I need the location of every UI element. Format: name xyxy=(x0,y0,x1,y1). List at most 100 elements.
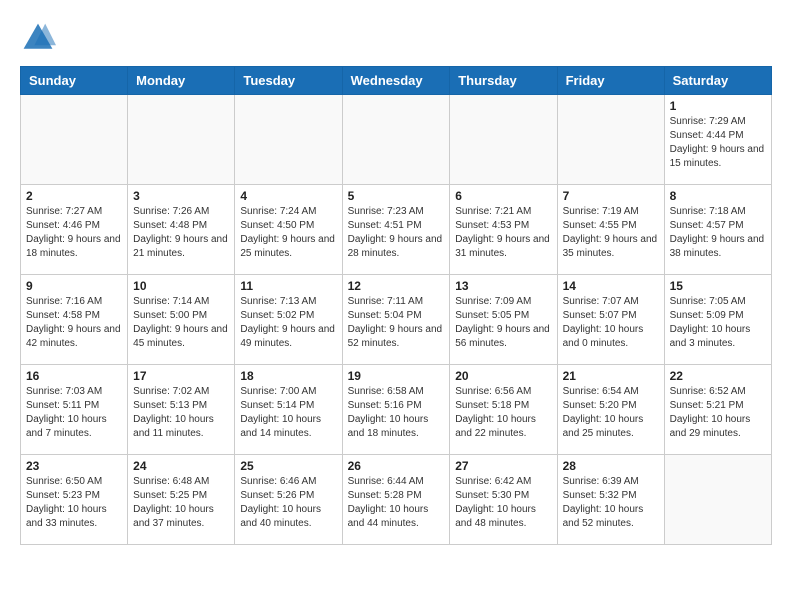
day-number: 13 xyxy=(455,279,551,293)
day-number: 22 xyxy=(670,369,766,383)
day-info: Sunrise: 6:50 AM Sunset: 5:23 PM Dayligh… xyxy=(26,475,122,531)
day-of-week-header: Friday xyxy=(557,67,664,95)
calendar-day-cell xyxy=(128,95,235,185)
day-info: Sunrise: 7:29 AM Sunset: 4:44 PM Dayligh… xyxy=(670,115,766,171)
calendar-day-cell: 5 Sunrise: 7:23 AM Sunset: 4:51 PM Daylig… xyxy=(342,185,450,275)
page-header xyxy=(20,20,772,56)
day-info: Sunrise: 7:13 AM Sunset: 5:02 PM Dayligh… xyxy=(240,295,336,351)
day-number: 6 xyxy=(455,189,551,203)
calendar-day-cell: 12 Sunrise: 7:11 AM Sunset: 5:04 PM Dayli… xyxy=(342,275,450,365)
day-number: 7 xyxy=(563,189,659,203)
day-of-week-header: Saturday xyxy=(664,67,771,95)
calendar-day-cell: 8 Sunrise: 7:18 AM Sunset: 4:57 PM Daylig… xyxy=(664,185,771,275)
day-number: 3 xyxy=(133,189,229,203)
day-number: 12 xyxy=(348,279,445,293)
day-number: 11 xyxy=(240,279,336,293)
calendar-day-cell: 20 Sunrise: 6:56 AM Sunset: 5:18 PM Dayli… xyxy=(450,365,557,455)
calendar-day-cell: 1Sunrise: 7:29 AM Sunset: 4:44 PM Daylig… xyxy=(664,95,771,185)
calendar-day-cell: 7 Sunrise: 7:19 AM Sunset: 4:55 PM Daylig… xyxy=(557,185,664,275)
day-info: Sunrise: 6:58 AM Sunset: 5:16 PM Dayligh… xyxy=(348,385,445,441)
day-info: Sunrise: 7:00 AM Sunset: 5:14 PM Dayligh… xyxy=(240,385,336,441)
day-info: Sunrise: 6:39 AM Sunset: 5:32 PM Dayligh… xyxy=(563,475,659,531)
day-info: Sunrise: 6:52 AM Sunset: 5:21 PM Dayligh… xyxy=(670,385,766,441)
day-info: Sunrise: 7:16 AM Sunset: 4:58 PM Dayligh… xyxy=(26,295,122,351)
calendar-day-cell: 16Sunrise: 7:03 AM Sunset: 5:11 PM Dayli… xyxy=(21,365,128,455)
calendar-week-row: 2 Sunrise: 7:27 AM Sunset: 4:46 PM Daylig… xyxy=(21,185,772,275)
day-info: Sunrise: 7:18 AM Sunset: 4:57 PM Dayligh… xyxy=(670,205,766,261)
day-info: Sunrise: 6:48 AM Sunset: 5:25 PM Dayligh… xyxy=(133,475,229,531)
day-info: Sunrise: 7:03 AM Sunset: 5:11 PM Dayligh… xyxy=(26,385,122,441)
day-number: 17 xyxy=(133,369,229,383)
calendar-week-row: 23 Sunrise: 6:50 AM Sunset: 5:23 PM Dayli… xyxy=(21,455,772,545)
calendar-week-row: 16Sunrise: 7:03 AM Sunset: 5:11 PM Dayli… xyxy=(21,365,772,455)
calendar-day-cell: 22 Sunrise: 6:52 AM Sunset: 5:21 PM Dayli… xyxy=(664,365,771,455)
day-info: Sunrise: 7:26 AM Sunset: 4:48 PM Dayligh… xyxy=(133,205,229,261)
day-number: 28 xyxy=(563,459,659,473)
day-info: Sunrise: 7:21 AM Sunset: 4:53 PM Dayligh… xyxy=(455,205,551,261)
calendar-header-row: SundayMondayTuesdayWednesdayThursdayFrid… xyxy=(21,67,772,95)
day-info: Sunrise: 7:05 AM Sunset: 5:09 PM Dayligh… xyxy=(670,295,766,351)
calendar-day-cell: 28 Sunrise: 6:39 AM Sunset: 5:32 PM Dayli… xyxy=(557,455,664,545)
day-number: 2 xyxy=(26,189,122,203)
day-info: Sunrise: 7:09 AM Sunset: 5:05 PM Dayligh… xyxy=(455,295,551,351)
calendar-day-cell: 4 Sunrise: 7:24 AM Sunset: 4:50 PM Daylig… xyxy=(235,185,342,275)
calendar-table: SundayMondayTuesdayWednesdayThursdayFrid… xyxy=(20,66,772,545)
day-info: Sunrise: 6:42 AM Sunset: 5:30 PM Dayligh… xyxy=(455,475,551,531)
calendar-day-cell xyxy=(342,95,450,185)
day-info: Sunrise: 7:23 AM Sunset: 4:51 PM Dayligh… xyxy=(348,205,445,261)
calendar-day-cell: 25 Sunrise: 6:46 AM Sunset: 5:26 PM Dayli… xyxy=(235,455,342,545)
day-of-week-header: Tuesday xyxy=(235,67,342,95)
calendar-day-cell: 14 Sunrise: 7:07 AM Sunset: 5:07 PM Dayli… xyxy=(557,275,664,365)
calendar-day-cell xyxy=(557,95,664,185)
day-number: 24 xyxy=(133,459,229,473)
day-number: 14 xyxy=(563,279,659,293)
day-number: 9 xyxy=(26,279,122,293)
day-of-week-header: Monday xyxy=(128,67,235,95)
calendar-week-row: 9 Sunrise: 7:16 AM Sunset: 4:58 PM Daylig… xyxy=(21,275,772,365)
logo-icon xyxy=(20,20,56,56)
day-of-week-header: Wednesday xyxy=(342,67,450,95)
calendar-day-cell: 24 Sunrise: 6:48 AM Sunset: 5:25 PM Dayli… xyxy=(128,455,235,545)
day-of-week-header: Sunday xyxy=(21,67,128,95)
day-info: Sunrise: 7:14 AM Sunset: 5:00 PM Dayligh… xyxy=(133,295,229,351)
day-info: Sunrise: 6:46 AM Sunset: 5:26 PM Dayligh… xyxy=(240,475,336,531)
calendar-day-cell xyxy=(450,95,557,185)
calendar-day-cell: 15 Sunrise: 7:05 AM Sunset: 5:09 PM Dayli… xyxy=(664,275,771,365)
calendar-day-cell: 21 Sunrise: 6:54 AM Sunset: 5:20 PM Dayli… xyxy=(557,365,664,455)
calendar-day-cell xyxy=(235,95,342,185)
day-number: 20 xyxy=(455,369,551,383)
calendar-day-cell xyxy=(664,455,771,545)
calendar-week-row: 1Sunrise: 7:29 AM Sunset: 4:44 PM Daylig… xyxy=(21,95,772,185)
calendar-day-cell: 27 Sunrise: 6:42 AM Sunset: 5:30 PM Dayli… xyxy=(450,455,557,545)
calendar-day-cell: 19 Sunrise: 6:58 AM Sunset: 5:16 PM Dayli… xyxy=(342,365,450,455)
day-number: 19 xyxy=(348,369,445,383)
day-number: 18 xyxy=(240,369,336,383)
calendar-day-cell: 6 Sunrise: 7:21 AM Sunset: 4:53 PM Daylig… xyxy=(450,185,557,275)
day-info: Sunrise: 7:11 AM Sunset: 5:04 PM Dayligh… xyxy=(348,295,445,351)
day-info: Sunrise: 7:02 AM Sunset: 5:13 PM Dayligh… xyxy=(133,385,229,441)
day-number: 25 xyxy=(240,459,336,473)
day-info: Sunrise: 7:19 AM Sunset: 4:55 PM Dayligh… xyxy=(563,205,659,261)
day-number: 26 xyxy=(348,459,445,473)
day-info: Sunrise: 6:56 AM Sunset: 5:18 PM Dayligh… xyxy=(455,385,551,441)
day-number: 15 xyxy=(670,279,766,293)
calendar-day-cell: 2 Sunrise: 7:27 AM Sunset: 4:46 PM Daylig… xyxy=(21,185,128,275)
calendar-day-cell: 3 Sunrise: 7:26 AM Sunset: 4:48 PM Daylig… xyxy=(128,185,235,275)
day-info: Sunrise: 6:54 AM Sunset: 5:20 PM Dayligh… xyxy=(563,385,659,441)
day-info: Sunrise: 7:07 AM Sunset: 5:07 PM Dayligh… xyxy=(563,295,659,351)
day-info: Sunrise: 7:27 AM Sunset: 4:46 PM Dayligh… xyxy=(26,205,122,261)
day-number: 4 xyxy=(240,189,336,203)
day-number: 8 xyxy=(670,189,766,203)
day-number: 23 xyxy=(26,459,122,473)
calendar-day-cell: 23 Sunrise: 6:50 AM Sunset: 5:23 PM Dayli… xyxy=(21,455,128,545)
calendar-day-cell: 26Sunrise: 6:44 AM Sunset: 5:28 PM Dayli… xyxy=(342,455,450,545)
calendar-day-cell: 18 Sunrise: 7:00 AM Sunset: 5:14 PM Dayli… xyxy=(235,365,342,455)
day-info: Sunrise: 7:24 AM Sunset: 4:50 PM Dayligh… xyxy=(240,205,336,261)
day-number: 21 xyxy=(563,369,659,383)
day-number: 10 xyxy=(133,279,229,293)
day-number: 5 xyxy=(348,189,445,203)
day-number: 27 xyxy=(455,459,551,473)
calendar-day-cell: 17 Sunrise: 7:02 AM Sunset: 5:13 PM Dayli… xyxy=(128,365,235,455)
logo xyxy=(20,20,62,56)
calendar-day-cell: 11 Sunrise: 7:13 AM Sunset: 5:02 PM Dayli… xyxy=(235,275,342,365)
